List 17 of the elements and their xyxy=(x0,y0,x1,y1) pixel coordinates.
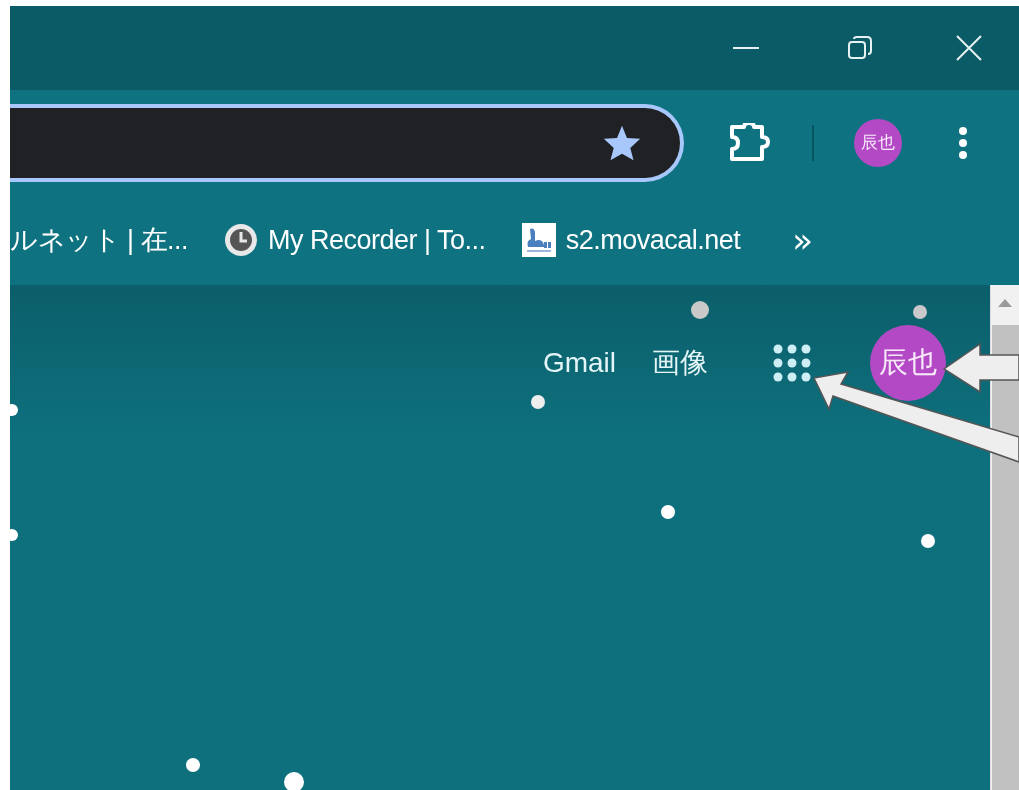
bird-favicon-icon xyxy=(521,223,556,257)
restore-icon[interactable] xyxy=(847,35,873,61)
nav-link[interactable]: 画像 xyxy=(652,344,708,382)
bookmark-item[interactable]: s2.movacal.net xyxy=(521,223,741,257)
profile-avatar[interactable]: 辰也 xyxy=(854,118,902,167)
puzzle-icon[interactable] xyxy=(728,122,770,163)
address-bar[interactable] xyxy=(10,103,684,182)
apps-grid-icon[interactable] xyxy=(772,343,812,383)
account-avatar[interactable]: 辰也 xyxy=(870,325,946,401)
clock-icon xyxy=(224,223,259,257)
minimize-icon[interactable] xyxy=(733,46,759,50)
close-icon[interactable] xyxy=(956,35,982,61)
bookmark-item[interactable]: ルネット | 在... xyxy=(10,222,189,258)
more-bookmarks-button[interactable]: » xyxy=(786,220,820,260)
menu-icon[interactable] xyxy=(958,125,968,160)
bookmark-item[interactable]: My Recorder | To... xyxy=(224,223,486,257)
nav-link[interactable]: Gmail xyxy=(542,347,616,379)
